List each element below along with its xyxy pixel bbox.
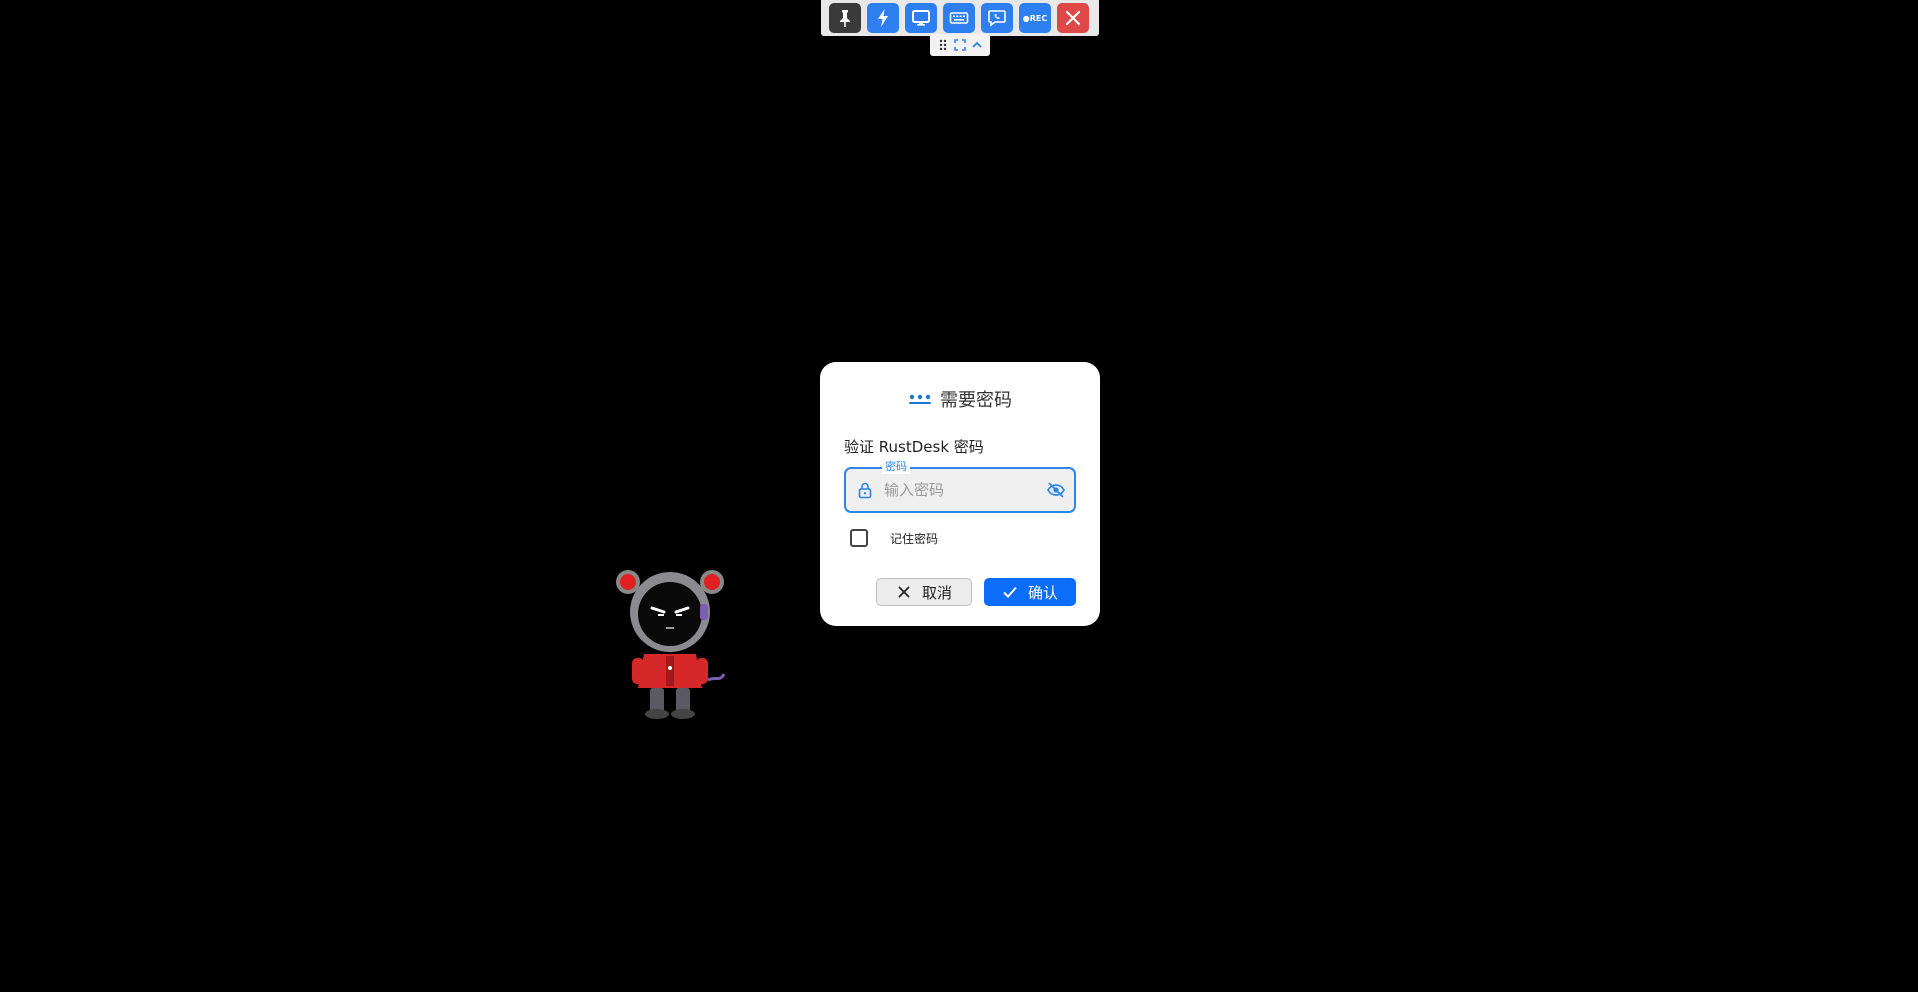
chat-icon <box>988 10 1006 27</box>
record-button[interactable]: ●REC <box>1019 3 1051 33</box>
session-toolbar: ●REC <box>821 0 1099 36</box>
keyboard-icon <box>949 12 969 24</box>
collapse-toolbar-button[interactable] <box>971 39 983 51</box>
close-icon <box>1065 10 1081 26</box>
monitor-icon <box>912 10 930 26</box>
lightning-icon <box>878 9 888 27</box>
close-icon <box>898 586 910 598</box>
checkmark-icon <box>1003 586 1017 598</box>
pin-toolbar-button[interactable] <box>829 3 861 33</box>
drag-handle[interactable] <box>937 39 949 51</box>
mascot-image <box>616 570 726 719</box>
drag-handle-icon <box>939 39 946 51</box>
dialog-subtitle: 验证 RustDesk 密码 <box>844 438 984 456</box>
collapse-icon <box>972 41 982 48</box>
fullscreen-icon <box>954 39 966 51</box>
lock-icon <box>858 482 872 499</box>
fullscreen-button[interactable] <box>954 39 966 51</box>
display-button[interactable] <box>905 3 937 33</box>
password-input[interactable] <box>884 477 1034 503</box>
password-field[interactable]: 密码 <box>844 460 1076 513</box>
chat-button[interactable] <box>981 3 1013 33</box>
cancel-label: 取消 <box>921 583 952 602</box>
record-icon: ●REC <box>1022 13 1048 23</box>
cancel-button[interactable]: 取消 <box>876 578 972 606</box>
confirm-button[interactable]: 确认 <box>984 578 1076 606</box>
actions-button[interactable] <box>867 3 899 33</box>
password-dots-icon <box>909 394 931 404</box>
remember-password-checkbox[interactable] <box>850 529 868 547</box>
dialog-title: 需要密码 <box>940 390 1012 411</box>
pin-icon <box>840 10 850 27</box>
close-session-button[interactable] <box>1057 3 1089 33</box>
keyboard-button[interactable] <box>943 3 975 33</box>
remember-password-label: 记住密码 <box>890 531 939 546</box>
remote-session-window: ●REC 需要密码 验证 RustDesk 密码 密码 记住密码 取消 确认 <box>0 0 1918 992</box>
visibility-off-icon[interactable] <box>1046 480 1066 500</box>
password-field-label: 密码 <box>882 460 910 474</box>
remember-password-row: 记住密码 <box>850 529 938 547</box>
confirm-label: 确认 <box>1027 583 1058 602</box>
dialog-header: 需要密码 <box>820 386 1100 412</box>
password-dialog: 需要密码 验证 RustDesk 密码 密码 记住密码 取消 确认 <box>820 362 1100 626</box>
toolbar-handle-bar <box>930 34 990 56</box>
